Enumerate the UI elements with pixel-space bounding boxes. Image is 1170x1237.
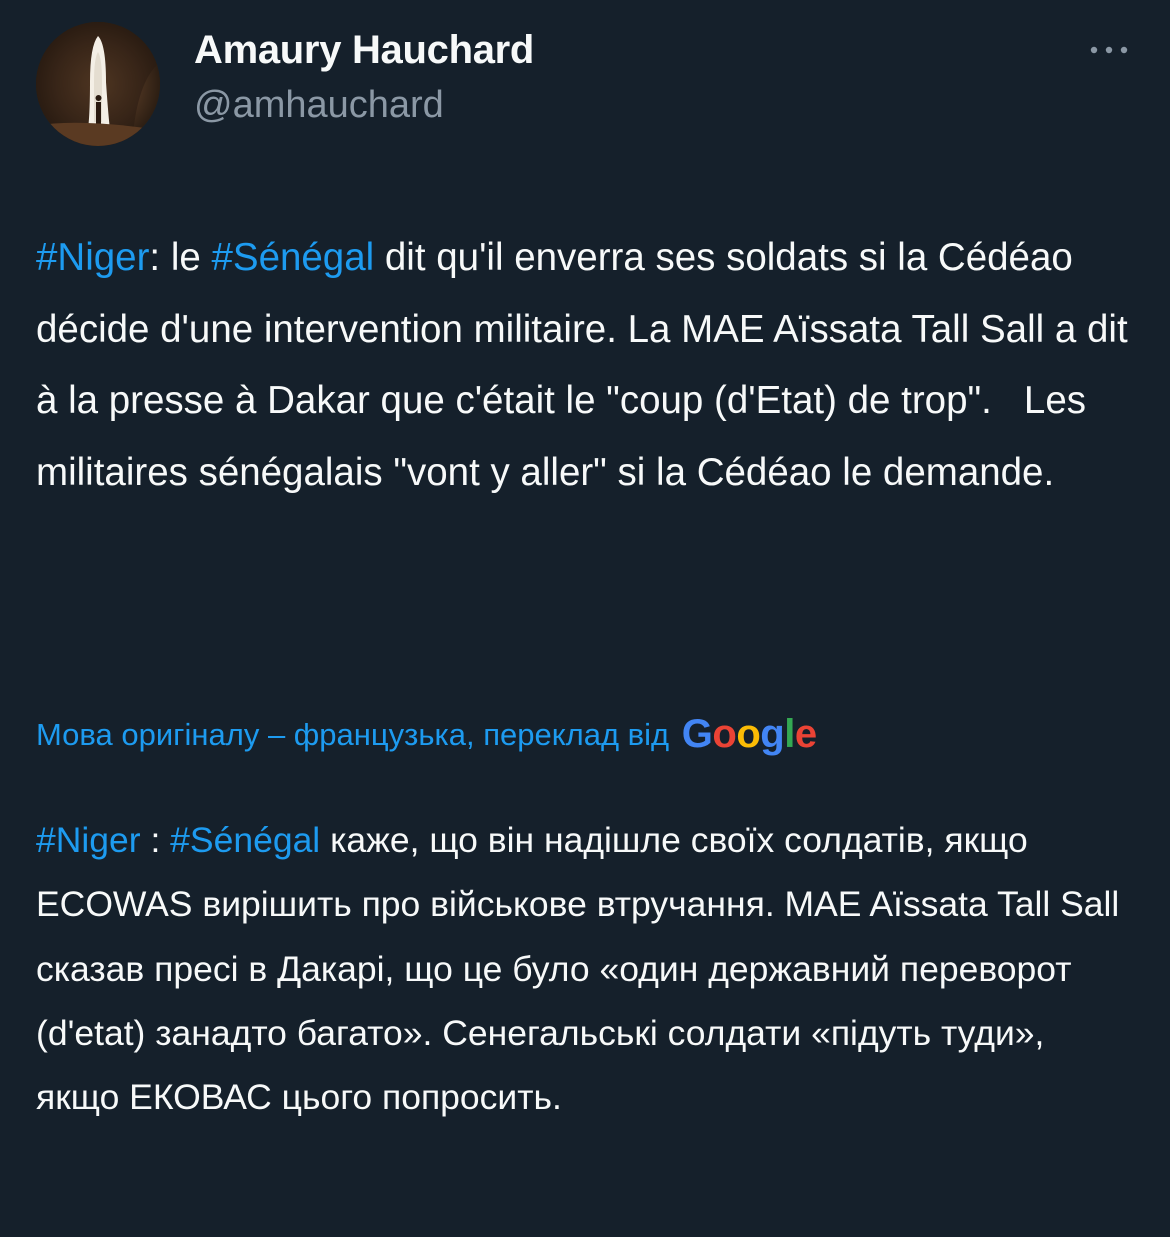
hashtag-niger[interactable]: #Niger bbox=[36, 236, 149, 279]
tweet-text: #Niger: le #Sénégal dit qu'il enverra se… bbox=[36, 222, 1136, 508]
more-options-icon[interactable] bbox=[1086, 40, 1132, 60]
translated-text-segment: каже, що він надішле своїх солдатів, якщ… bbox=[36, 820, 1130, 1118]
avatar[interactable] bbox=[36, 22, 160, 146]
translated-hashtag-niger[interactable]: #Niger bbox=[36, 820, 141, 860]
author-handle[interactable]: @amhauchard bbox=[194, 80, 534, 130]
author-names: Amaury Hauchard @amhauchard bbox=[194, 26, 534, 130]
hashtag-senegal[interactable]: #Sénégal bbox=[211, 236, 374, 279]
translated-text-segment: : bbox=[140, 820, 171, 860]
translated-hashtag-senegal[interactable]: #Sénégal bbox=[170, 820, 320, 860]
tweet-header: Amaury Hauchard @amhauchard bbox=[36, 22, 1136, 146]
google-logo: Google bbox=[681, 712, 817, 756]
translation-label: Мова оригіналу – французька, переклад ві… bbox=[36, 717, 670, 752]
author-display-name[interactable]: Amaury Hauchard bbox=[194, 26, 534, 74]
profile-photo-icon bbox=[36, 22, 160, 146]
tweet-text-segment: : le bbox=[149, 236, 212, 279]
translated-text: #Niger : #Sénégal каже, що він надішле с… bbox=[36, 808, 1136, 1129]
translation-attribution[interactable]: Мова оригіналу – французька, переклад ві… bbox=[36, 710, 817, 759]
